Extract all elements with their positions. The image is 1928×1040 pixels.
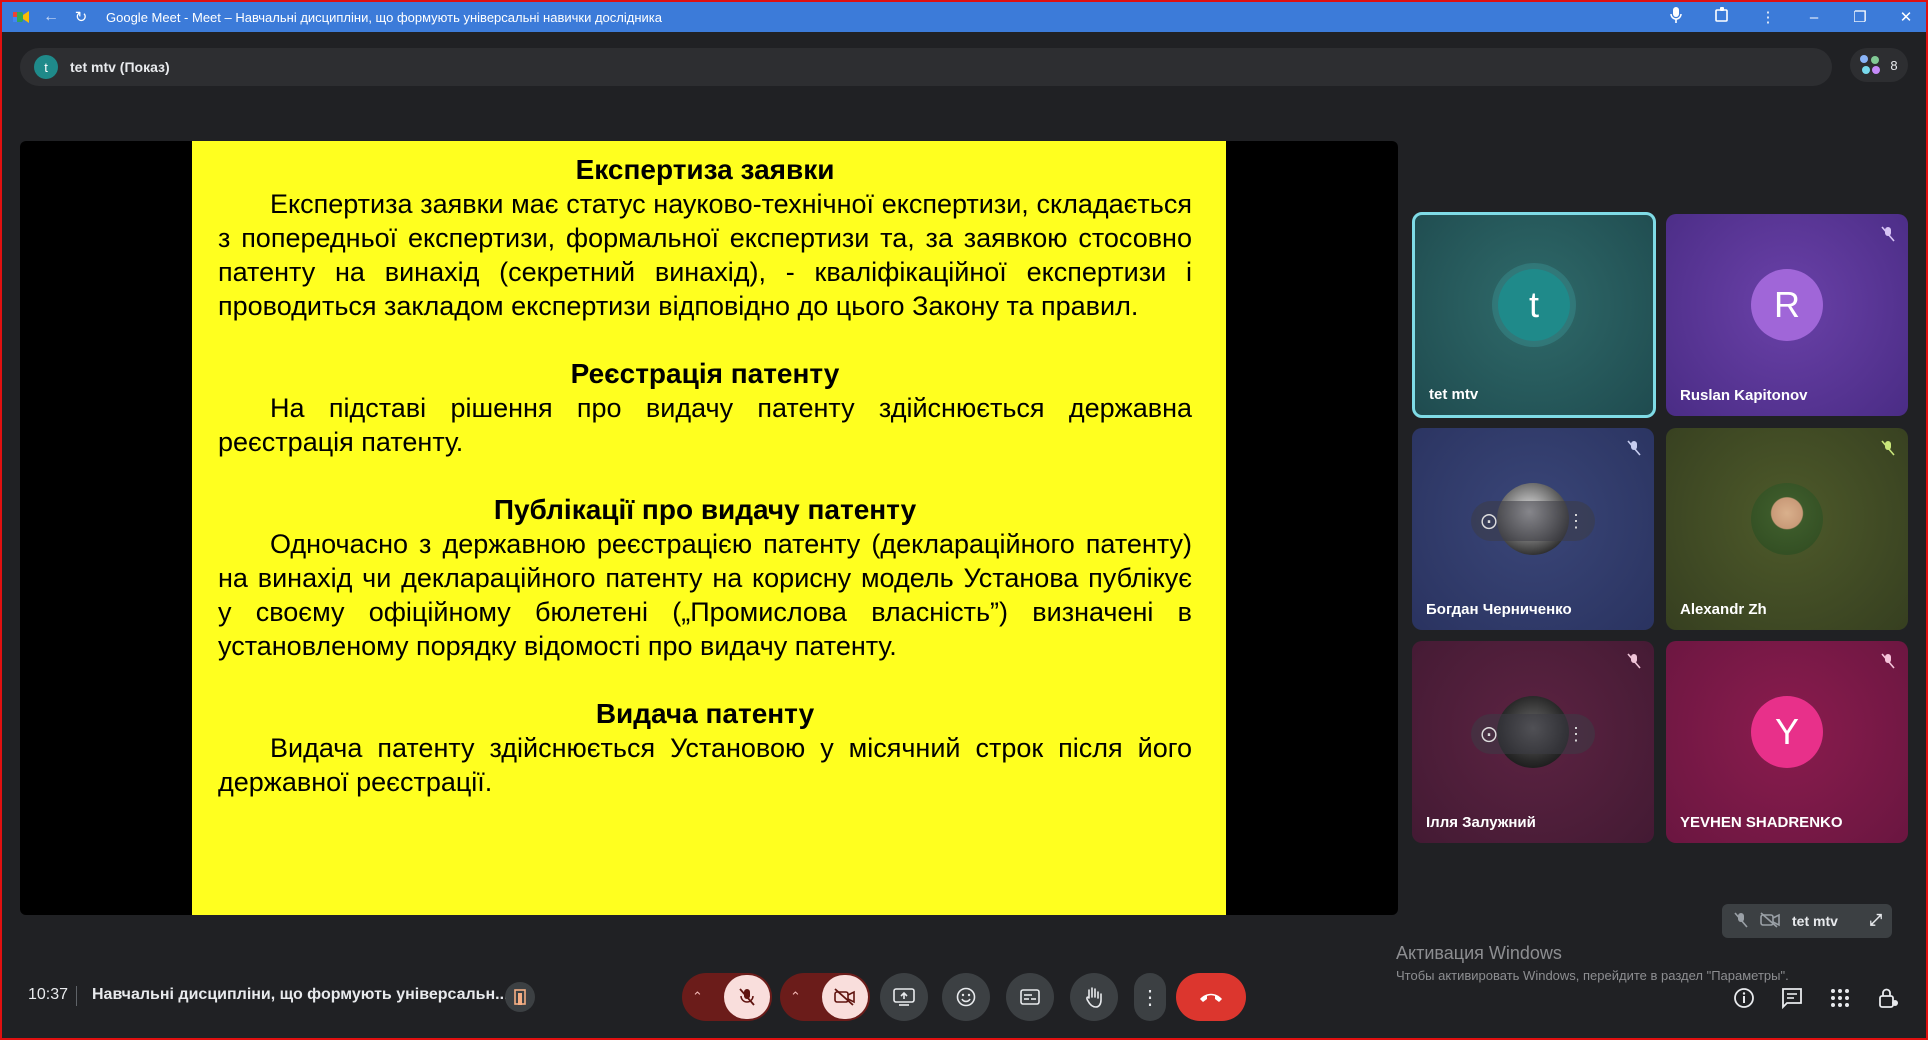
more-options-icon[interactable]: ⋮ — [1567, 724, 1585, 745]
tile-hover-controls: ⨀ ⋮ — [1471, 501, 1595, 541]
slide-heading-4: Видача патенту — [595, 698, 815, 729]
slide-paragraph-1: Експертиза заявки має статус науково-тех… — [218, 189, 1192, 321]
slide-paragraph-4: Видача патенту здійснюється Установою у … — [218, 733, 1192, 797]
participant-tile[interactable]: t tet mtv — [1412, 212, 1656, 418]
browser-title: Google Meet - Meet – Навчальні дисциплін… — [106, 9, 662, 25]
participants-button[interactable]: 8 — [1850, 48, 1908, 82]
chat-button[interactable] — [1778, 984, 1806, 1012]
close-icon[interactable]: ✕ — [1894, 8, 1918, 26]
more-vert-icon[interactable]: ⋮ — [1756, 8, 1780, 26]
back-icon[interactable]: ← — [40, 6, 62, 28]
mic-off-icon — [1878, 438, 1898, 458]
participant-tile[interactable]: ⨀ ⋮ Богдан Черниченко — [1412, 428, 1654, 630]
reload-icon[interactable]: ↻ — [70, 6, 92, 28]
video-options-chevron-icon[interactable]: ⌃ — [790, 989, 801, 1005]
participant-tile[interactable]: ⨀ ⋮ Ілля Залужний — [1412, 641, 1654, 843]
raise-hand-button[interactable] — [1070, 973, 1118, 1021]
mic-control-group: ⌃ — [682, 973, 772, 1021]
chat-icon — [1782, 988, 1802, 1009]
camera-control-group: ⌃ — [780, 973, 870, 1021]
participant-tile[interactable]: Y YEVHEN SHADRENKO — [1666, 641, 1908, 843]
meeting-title: Навчальні дисципліни, що формують універ… — [92, 986, 509, 1003]
presenter-label: tet mtv (Показ) — [70, 59, 170, 75]
mute-mic-button[interactable] — [724, 975, 770, 1019]
host-controls-button[interactable] — [1874, 984, 1902, 1012]
meet-app-icon — [10, 6, 32, 28]
minimize-icon[interactable]: – — [1802, 9, 1826, 26]
tile-hover-controls: ⨀ ⋮ — [1471, 714, 1595, 754]
captions-icon — [1020, 989, 1040, 1005]
mic-off-icon — [739, 988, 755, 1006]
activities-button[interactable] — [1826, 984, 1854, 1012]
slide: Експертиза заявки Експертиза заявки має … — [192, 141, 1226, 915]
camera-off-icon — [1760, 911, 1780, 931]
hand-icon — [1086, 987, 1102, 1008]
participant-name: Богдан Черниченко — [1426, 601, 1572, 618]
presenter-avatar: t — [34, 55, 58, 79]
leave-call-button[interactable] — [1176, 973, 1246, 1021]
slide-paragraph-2: На підставі рішення про видачу патенту з… — [218, 393, 1192, 457]
pin-icon[interactable]: ⨀ — [1481, 511, 1497, 531]
slide-paragraph-3: Одночасно з державною реєстрацією патент… — [218, 529, 1192, 661]
meeting-details-button[interactable] — [1730, 984, 1758, 1012]
audio-options-chevron-icon[interactable]: ⌃ — [692, 989, 703, 1005]
lock-person-icon — [1879, 988, 1898, 1008]
extensions-icon[interactable] — [1710, 7, 1734, 27]
people-icon — [1860, 55, 1882, 75]
participant-avatar: R — [1751, 269, 1823, 341]
slide-heading-2: Реєстрація патенту — [570, 358, 840, 389]
participant-tile[interactable]: R Ruslan Kapitonov — [1666, 214, 1908, 416]
present-screen-button[interactable] — [880, 973, 928, 1021]
participant-name: tet mtv — [1429, 386, 1479, 403]
mic-off-icon — [1734, 911, 1748, 931]
slide-heading-1: Експертиза заявки — [575, 154, 835, 185]
info-icon — [1734, 988, 1754, 1008]
mic-off-icon — [1624, 651, 1644, 671]
participant-name: Ілля Залужний — [1426, 814, 1536, 831]
participant-avatar: t — [1498, 269, 1570, 341]
reactions-button[interactable] — [942, 973, 990, 1021]
participant-photo — [1751, 483, 1823, 555]
present-icon — [893, 988, 915, 1006]
presentation-area: Експертиза заявки Експертиза заявки має … — [20, 141, 1398, 915]
participants-count: 8 — [1890, 57, 1898, 73]
companion-icon[interactable] — [505, 982, 535, 1012]
microphone-icon[interactable] — [1664, 7, 1688, 27]
camera-off-icon — [834, 988, 855, 1006]
participant-name: YEVHEN SHADRENKO — [1680, 814, 1843, 831]
apps-grid-icon — [1831, 989, 1849, 1007]
mic-off-icon — [1878, 224, 1898, 244]
participant-avatar: Y — [1751, 696, 1823, 768]
windows-activation-title: Активация Windows — [1396, 943, 1562, 963]
participant-name: Ruslan Kapitonov — [1680, 387, 1808, 404]
camera-button[interactable] — [822, 975, 868, 1019]
emoji-icon — [956, 987, 976, 1007]
more-options-button[interactable]: ⋮ — [1134, 973, 1166, 1021]
more-options-icon[interactable]: ⋮ — [1567, 511, 1585, 532]
pin-icon[interactable]: ⨀ — [1481, 724, 1497, 744]
participant-name: Alexandr Zh — [1680, 601, 1767, 618]
presenter-bar: t tet mtv (Показ) — [20, 48, 1832, 86]
windows-activation-text: Чтобы активировать Windows, перейдите в … — [1396, 968, 1789, 983]
expand-icon[interactable]: ⤢ — [1869, 912, 1882, 930]
meeting-time: 10:37 — [28, 986, 69, 1003]
browser-title-bar: ← ↻ Google Meet - Meet – Навчальні дисци… — [2, 2, 1926, 32]
participant-tile[interactable]: Alexandr Zh — [1666, 428, 1908, 630]
self-view-name: tet mtv — [1792, 913, 1838, 929]
slide-heading-3: Публікації про видачу патенту — [493, 494, 917, 525]
captions-button[interactable] — [1006, 973, 1054, 1021]
restore-icon[interactable]: ❐ — [1848, 8, 1872, 26]
mic-off-icon — [1878, 651, 1898, 671]
divider — [76, 986, 77, 1006]
mic-off-icon — [1624, 438, 1644, 458]
end-call-icon — [1200, 993, 1222, 1002]
self-view[interactable]: tet mtv ⤢ — [1722, 904, 1892, 938]
